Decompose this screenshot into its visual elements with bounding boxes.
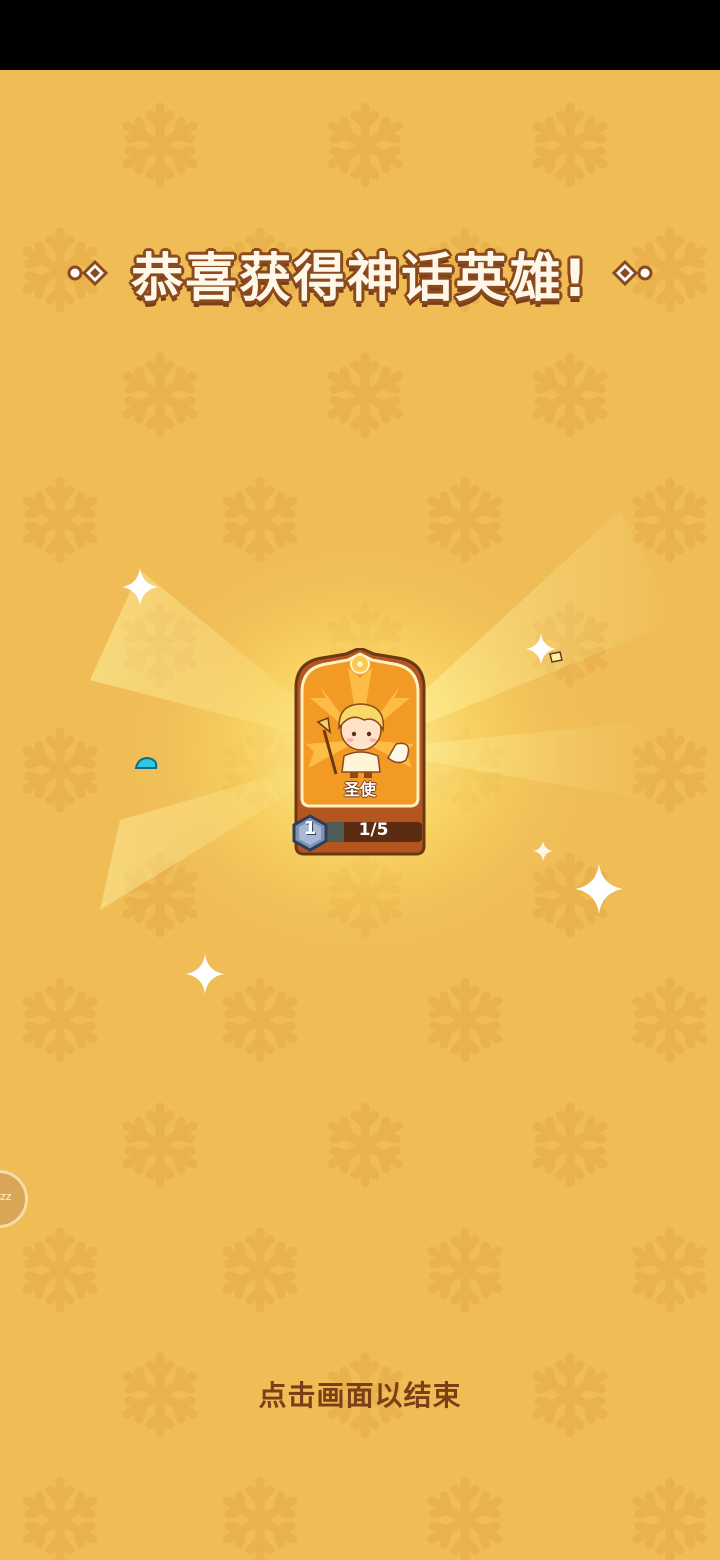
confetti-icon (549, 651, 563, 663)
snowflake-pattern-icon (127, 107, 193, 183)
sparkle-icon (533, 840, 553, 862)
snowflake-pattern-icon (332, 1107, 398, 1183)
hero-shard-progress-text: 1/5 (358, 820, 389, 840)
status-bar (0, 0, 720, 70)
tap-to-close-hint: 点击画面以结束 (258, 1379, 462, 1412)
title-banner: 恭喜获得神话英雄! (0, 238, 720, 309)
diamond-ornament-right-icon (611, 259, 653, 287)
snowflake-pattern-icon (637, 1232, 703, 1308)
snowflake-pattern-icon (227, 982, 293, 1058)
diamond-ornament-left-icon (67, 259, 109, 287)
snowflake-pattern-icon (332, 357, 398, 433)
snowflake-pattern-icon (537, 107, 603, 183)
sparkle-icon (575, 864, 623, 914)
page-title: 恭喜获得神话英雄! (131, 248, 589, 309)
sparkle-icon (122, 568, 158, 606)
hero-level: 1 (303, 818, 317, 839)
snowflake-pattern-icon (637, 982, 703, 1058)
snowflake-pattern-icon (27, 1232, 93, 1308)
side-sleep-label: zz (0, 1190, 12, 1203)
snowflake-pattern-icon (637, 1482, 703, 1558)
snowflake-pattern-icon (127, 357, 193, 433)
sparkle-icon (186, 954, 224, 994)
gem-shard-icon (134, 756, 158, 769)
snowflake-pattern-icon (432, 1482, 498, 1558)
snowflake-pattern-icon (537, 357, 603, 433)
snowflake-pattern-icon (27, 1482, 93, 1558)
snowflake-pattern-icon (432, 1232, 498, 1308)
snowflake-pattern-icon (27, 982, 93, 1058)
reward-screen[interactable]: 恭喜获得神话英雄! 圣使 1/5 1 zz 点击画面以结束 (0, 0, 720, 1560)
snowflake-pattern-icon (432, 982, 498, 1058)
snowflake-pattern-icon (227, 1482, 293, 1558)
snowflake-pattern-icon (537, 1107, 603, 1183)
snowflake-pattern-icon (227, 1232, 293, 1308)
snowflake-pattern-icon (332, 107, 398, 183)
hero-name: 圣使 (343, 780, 376, 799)
snowflake-pattern-icon (127, 1107, 193, 1183)
